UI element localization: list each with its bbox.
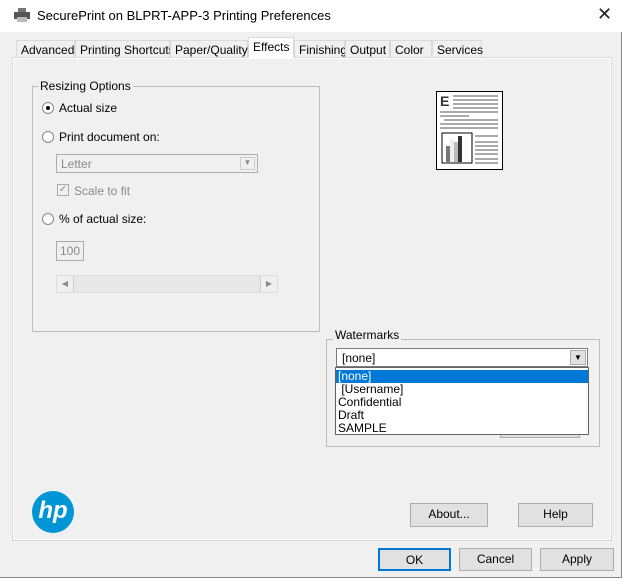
percent-scrollbar[interactable]: ◀ ▶ [56,275,278,293]
cancel-button[interactable]: Cancel [459,548,532,571]
actual-size-label: Actual size [59,101,118,115]
apply-button[interactable]: Apply [540,548,614,571]
window-title: SecurePrint on BLPRT-APP-3 Printing Pref… [37,8,331,23]
paper-size-value: Letter [61,157,92,171]
watermarks-label: Watermarks [333,328,402,342]
scroll-left-icon[interactable]: ◀ [57,276,74,292]
ok-button[interactable]: OK [378,548,451,571]
watermark-value: [none] [342,351,376,365]
tab-advanced[interactable]: Advanced [16,40,75,58]
chevron-down-icon: ▼ [240,157,255,170]
close-button[interactable]: ✕ [597,4,612,25]
chevron-down-icon[interactable]: ▼ [570,350,586,365]
paper-size-select[interactable]: Letter ▼ [56,154,258,173]
watermark-option[interactable]: Confidential [336,396,588,409]
tab-output[interactable]: Output [345,40,390,58]
page-preview-image: E [436,91,503,170]
scale-to-fit-checkbox[interactable]: ✓ [57,184,69,196]
about-button[interactable]: About... [410,503,488,527]
scroll-right-icon[interactable]: ▶ [260,276,277,292]
watermark-option[interactable]: SAMPLE [336,422,588,435]
resizing-options-label: Resizing Options [38,79,133,93]
resizing-options-group [32,86,320,332]
print-document-on-label: Print document on: [59,130,160,144]
percent-input[interactable]: 100 [56,241,84,261]
print-document-on-radio[interactable] [42,131,54,143]
help-button[interactable]: Help [518,503,593,527]
tab-effects[interactable]: Effects [248,37,294,58]
svg-text:E: E [440,93,449,109]
title-bar: SecurePrint on BLPRT-APP-3 Printing Pref… [0,0,626,32]
percent-size-radio[interactable] [42,213,54,225]
tab-services[interactable]: Services [432,40,483,58]
hp-logo-text: hp [38,497,68,524]
percent-size-label: % of actual size: [59,212,147,226]
watermark-select[interactable]: [none] ▼ [336,348,588,367]
hp-logo: hp [32,491,74,533]
scale-to-fit-label: Scale to fit [74,184,131,198]
tab-paper-quality[interactable]: Paper/Quality [170,40,248,58]
printer-icon [14,8,30,22]
tab-printing-shortcuts[interactable]: Printing Shortcuts [75,40,175,58]
actual-size-radio[interactable] [42,102,54,114]
tab-finishing[interactable]: Finishing [294,40,347,58]
watermark-dropdown-list: [none] [Username] Confidential Draft SAM… [335,367,589,435]
tab-color[interactable]: Color [390,40,432,58]
